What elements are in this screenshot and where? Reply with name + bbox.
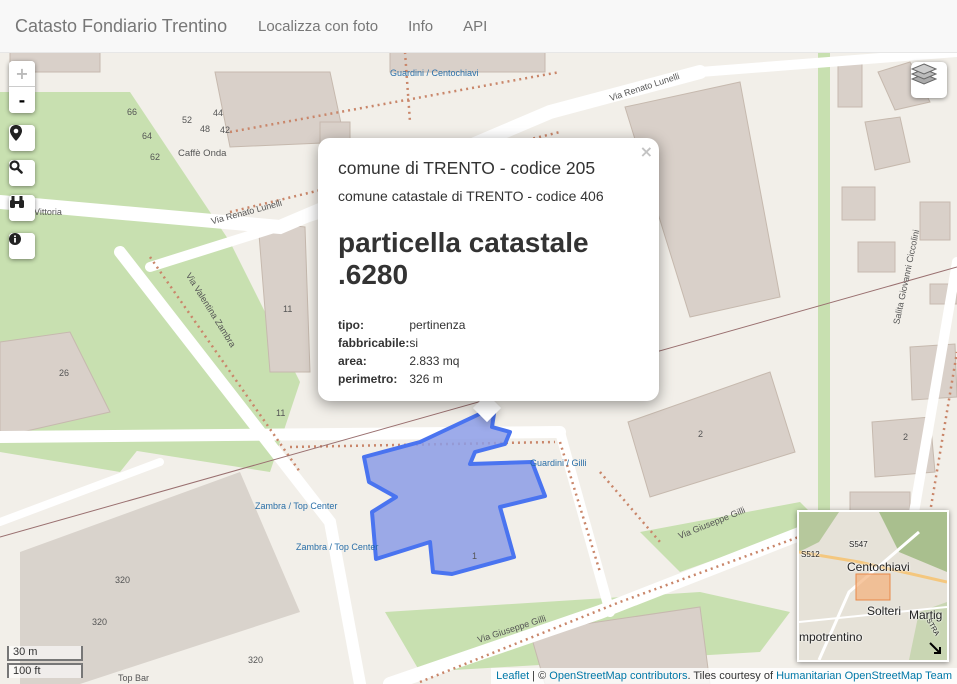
property-row: area: 2.833 mq xyxy=(338,354,465,372)
zoom-control: + - xyxy=(9,61,35,113)
zoom-in-button[interactable]: + xyxy=(9,61,35,87)
property-key: perimetro: xyxy=(338,372,398,386)
popup-title-line2: .6280 xyxy=(338,259,409,290)
binoculars-icon xyxy=(10,196,24,208)
minimap-label: S547 xyxy=(849,540,868,549)
house-number: 66 xyxy=(127,107,138,117)
scale-metric: 30 m xyxy=(7,646,83,661)
property-row: perimetro: 326 m xyxy=(338,372,465,390)
house-number: 64 xyxy=(142,131,153,141)
locate-button[interactable] xyxy=(9,125,35,151)
minimap[interactable]: S512 S547 Centochiavi Solteri Martig mpo… xyxy=(797,510,949,662)
attribution-separator: | © xyxy=(529,670,550,682)
scale-imperial: 100 ft xyxy=(7,663,83,678)
info-icon xyxy=(9,233,21,245)
navbar: Catasto Fondiario Trentino Localizza con… xyxy=(0,0,957,53)
bus-stop-label: Guardini / Centochiavi xyxy=(390,68,479,78)
popup-properties: tipo: pertinenza fabbricabile: si area: 2.8… xyxy=(338,318,465,390)
bus-stop-label: Guardini / Gilli xyxy=(530,458,587,468)
poi-label: Caffè Onda xyxy=(178,148,227,159)
property-key: area: xyxy=(338,354,367,368)
osm-link[interactable]: OpenStreetMap contributors xyxy=(549,670,687,682)
minimap-label: S512 xyxy=(801,550,820,559)
attribution-tiles-text: . Tiles courtesy of xyxy=(687,670,777,682)
minimap-label: Solteri xyxy=(867,604,902,618)
popup-close-button[interactable]: × xyxy=(640,142,653,161)
popup-comune: comune di TRENTO - codice 205 xyxy=(338,158,596,178)
house-number: 1 xyxy=(472,551,478,561)
property-value: si xyxy=(409,336,419,350)
layers-button[interactable] xyxy=(911,62,947,98)
house-number: 2 xyxy=(903,432,909,442)
house-number: 11 xyxy=(283,304,293,314)
house-number: 320 xyxy=(115,575,131,585)
parcel-popup: × comune di TRENTO - codice 205 comune c… xyxy=(318,138,659,401)
nav-link-api[interactable]: API xyxy=(463,18,487,35)
property-value: pertinenza xyxy=(409,318,466,332)
brand-title[interactable]: Catasto Fondiario Trentino xyxy=(0,16,258,37)
house-number: 48 xyxy=(200,124,211,134)
popup-comune-catastale: comune catastale di TRENTO - codice 406 xyxy=(338,188,604,204)
house-number: 2 xyxy=(698,429,704,439)
house-number: 11 xyxy=(276,408,286,418)
map-canvas[interactable]: Via Renato Lunelli Via Renato Lunelli Vi… xyxy=(0,52,957,684)
locate-control xyxy=(9,125,35,151)
house-number: 320 xyxy=(92,617,108,627)
house-number: 26 xyxy=(59,368,70,378)
minimap-label: mpotrentino xyxy=(799,630,863,644)
house-number: 42 xyxy=(220,125,231,135)
nav-link-info[interactable]: Info xyxy=(408,18,433,35)
bus-stop-label: Zambra / Top Center xyxy=(255,501,338,511)
house-number: 320 xyxy=(248,655,264,665)
property-value: 326 m xyxy=(409,372,443,386)
minimap-label: Centochiavi xyxy=(847,560,910,574)
search-icon xyxy=(9,160,23,174)
bus-stop-label: Zambra / Top Center xyxy=(296,542,379,552)
leaflet-link[interactable]: Leaflet xyxy=(496,670,529,682)
poi-label: Top Bar xyxy=(118,673,150,683)
poi-label: Vittoria xyxy=(34,207,62,217)
binoculars-control xyxy=(9,195,35,221)
popup-title: particella catastale .6280 xyxy=(338,227,639,291)
search-button[interactable] xyxy=(9,160,35,186)
house-number: 52 xyxy=(182,115,193,125)
search-control xyxy=(9,160,35,186)
info-control xyxy=(9,233,35,259)
property-row: fabbricabile: si xyxy=(338,336,465,354)
property-row: tipo: pertinenza xyxy=(338,318,465,336)
property-value: 2.833 mq xyxy=(409,354,460,368)
hot-link[interactable]: Humanitarian OpenStreetMap Team xyxy=(776,670,952,682)
binoculars-button[interactable] xyxy=(9,195,35,221)
map-marker-icon xyxy=(10,125,22,141)
layers-icon xyxy=(911,63,937,85)
property-key: fabbricabile: xyxy=(338,336,410,350)
property-key: tipo: xyxy=(338,318,364,332)
popup-title-line1: particella catastale xyxy=(338,227,589,258)
house-number: 44 xyxy=(213,108,224,118)
nav-link-localizza[interactable]: Localizza con foto xyxy=(258,18,378,35)
house-number: 62 xyxy=(150,152,161,162)
info-button[interactable] xyxy=(9,233,35,259)
zoom-out-button[interactable]: - xyxy=(9,87,35,113)
attribution: Leaflet | © OpenStreetMap contributors. … xyxy=(491,668,957,684)
